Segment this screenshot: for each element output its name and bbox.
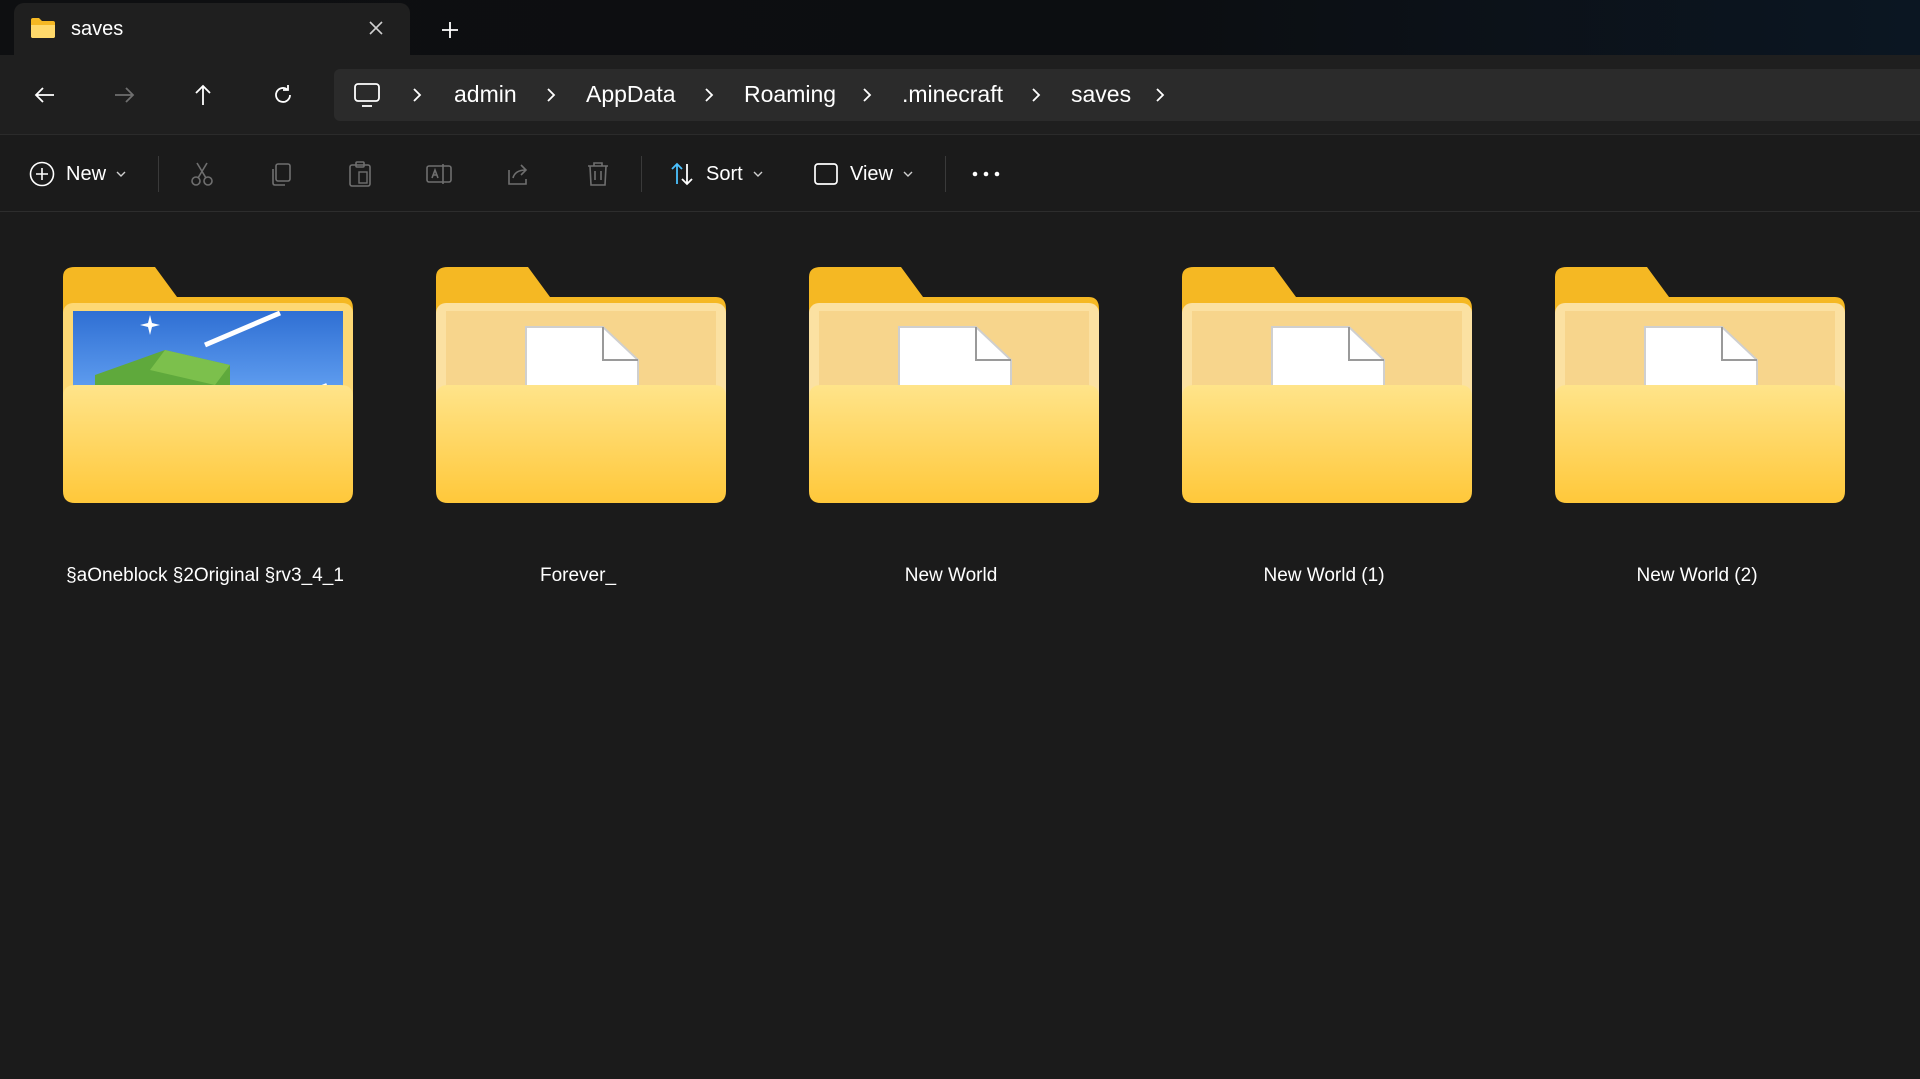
folder-icon <box>809 267 1099 503</box>
copy-button[interactable] <box>267 153 295 195</box>
delete-button[interactable] <box>584 153 612 195</box>
arrow-left-icon <box>34 87 54 103</box>
share-icon <box>508 164 528 185</box>
chevron-down-icon <box>903 171 913 177</box>
folder-name: New World (2) <box>1636 565 1758 586</box>
title-bar: saves <box>0 0 1920 55</box>
breadcrumb-saves[interactable]: saves <box>1071 81 1131 108</box>
up-button[interactable] <box>181 73 225 117</box>
toolbar-divider <box>945 156 946 192</box>
cut-button[interactable] <box>188 153 216 195</box>
view-icon <box>814 163 838 185</box>
navigation-bar: admin AppData Roaming .minecraft saves <box>0 55 1920 135</box>
breadcrumb-admin[interactable]: admin <box>454 81 517 108</box>
folder-name: Forever_ <box>539 565 617 586</box>
rename-icon <box>426 164 452 184</box>
cut-icon <box>191 162 213 186</box>
folder-icon <box>63 267 353 503</box>
toolbar-divider <box>641 156 642 192</box>
folder-item[interactable]: New World <box>766 265 1099 605</box>
folder-item[interactable]: New World (2) <box>1512 265 1845 605</box>
chevron-down-icon <box>753 171 763 177</box>
close-icon <box>369 21 383 35</box>
command-bar: New Sort View <box>0 136 1920 212</box>
share-button[interactable] <box>504 153 532 195</box>
delete-icon <box>588 162 608 186</box>
folder-icon <box>436 267 726 503</box>
sort-button[interactable]: Sort <box>668 153 764 195</box>
monitor-icon <box>354 83 380 107</box>
chevron-right-icon <box>547 88 556 102</box>
new-label: New <box>66 162 107 185</box>
sort-label: Sort <box>706 162 743 185</box>
copy-icon <box>272 163 291 186</box>
chevron-right-icon[interactable] <box>1151 85 1169 105</box>
arrow-right-icon <box>115 87 135 103</box>
back-button[interactable] <box>23 73 67 117</box>
breadcrumb-roaming[interactable]: Roaming <box>744 81 836 108</box>
chevron-right-icon <box>705 88 714 102</box>
view-button[interactable]: View <box>812 153 914 195</box>
folder-item[interactable]: §aOneblock §2Original §rv3_4_1 <box>20 265 353 605</box>
new-button[interactable]: New <box>28 153 127 195</box>
breadcrumb-minecraft[interactable]: .minecraft <box>902 81 1003 108</box>
chevron-down-icon <box>116 171 126 177</box>
paste-button[interactable] <box>346 153 374 195</box>
folder-item[interactable]: New World (1) <box>1139 265 1472 605</box>
folder-icon <box>31 18 55 38</box>
arrow-up-icon <box>195 84 211 105</box>
folder-icon <box>1182 267 1472 503</box>
new-tab-button[interactable] <box>432 14 468 46</box>
more-icon <box>972 171 1000 177</box>
rename-button[interactable] <box>425 153 453 195</box>
chevron-right-icon <box>413 88 422 102</box>
file-list: §aOneblock §2Original §rv3_4_1 Forever_ … <box>0 213 1920 1079</box>
breadcrumb-appdata[interactable]: AppData <box>586 81 676 108</box>
address-bar[interactable]: admin AppData Roaming .minecraft saves <box>334 69 1920 121</box>
view-label: View <box>850 162 893 185</box>
tab-title: saves <box>71 18 124 40</box>
refresh-icon <box>275 85 291 103</box>
folder-icon <box>1555 267 1845 503</box>
folder-name: New World <box>904 565 998 586</box>
close-tab-button[interactable] <box>362 14 390 42</box>
plus-icon <box>442 22 458 38</box>
refresh-button[interactable] <box>261 73 305 117</box>
forward-button[interactable] <box>102 73 146 117</box>
more-options-button[interactable] <box>970 153 1002 195</box>
folder-name: §aOneblock §2Original §rv3_4_1 <box>66 565 344 586</box>
chevron-right-icon <box>1032 88 1041 102</box>
plus-circle-icon <box>29 161 55 187</box>
toolbar-divider <box>158 156 159 192</box>
sort-icon <box>671 162 693 186</box>
tab-saves[interactable]: saves <box>14 3 410 55</box>
folder-item[interactable]: Forever_ <box>393 265 726 605</box>
folder-name: New World (1) <box>1263 565 1385 586</box>
paste-icon <box>349 161 371 187</box>
chevron-right-icon <box>863 88 872 102</box>
